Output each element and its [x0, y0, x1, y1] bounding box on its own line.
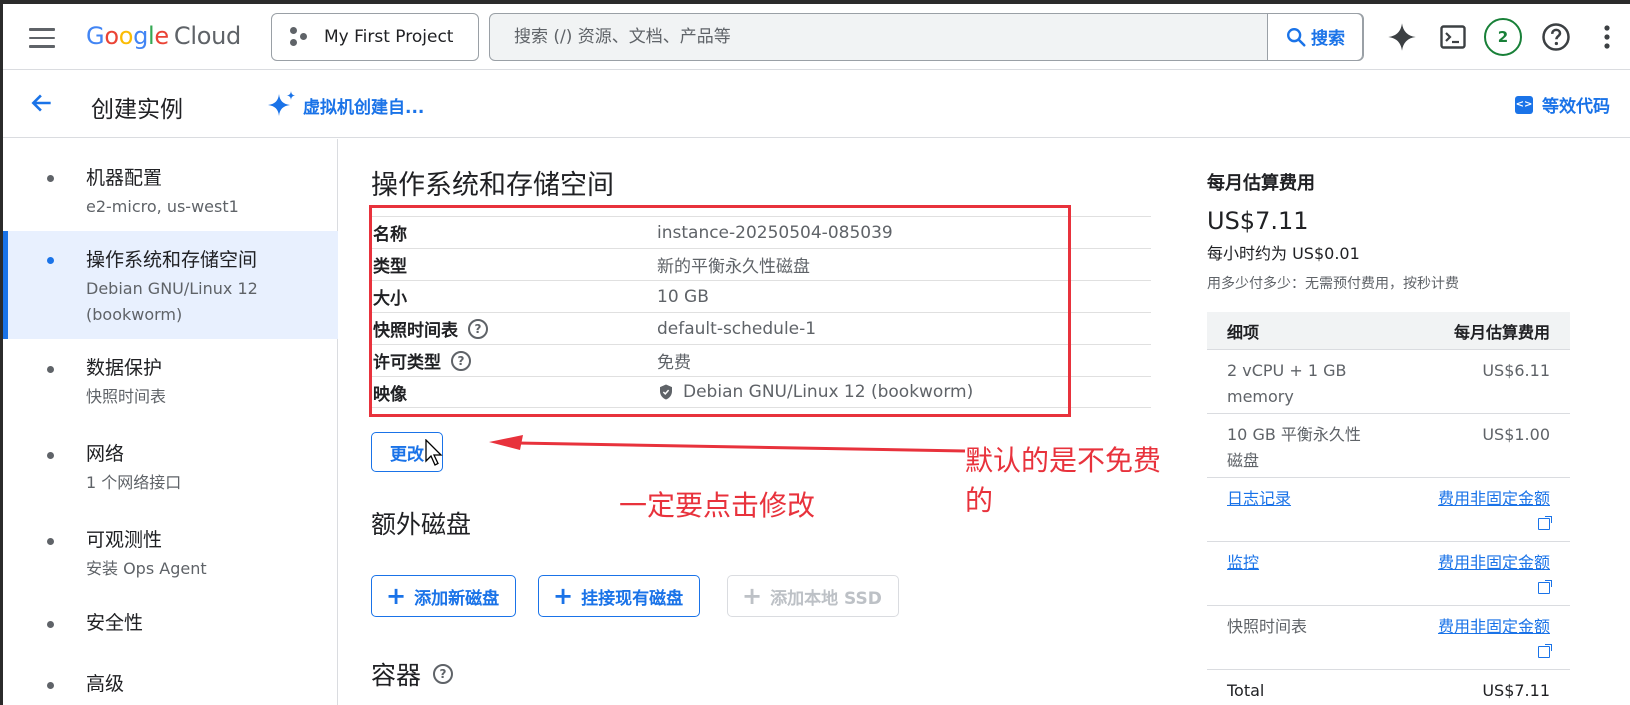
nav-item-observability[interactable]: 可观测性 安装 Ops Agent — [3, 511, 338, 595]
external-link-icon[interactable] — [1538, 580, 1552, 594]
page-title: 创建实例 — [91, 97, 183, 123]
search-input[interactable] — [490, 14, 1260, 59]
nav-item-data-protection[interactable]: 数据保护 快照时间表 — [3, 339, 338, 425]
plus-icon: + — [553, 582, 574, 610]
plus-icon: + — [742, 582, 763, 610]
equivalent-code-link[interactable]: <> 等效代码 — [1515, 92, 1610, 117]
console-window: GoogleCloud My First Project 搜索 2 — [0, 0, 1630, 705]
monitoring-link[interactable]: 监控 — [1227, 550, 1367, 605]
help-icon[interactable]: ? — [433, 664, 454, 684]
scrollbar[interactable] — [1622, 139, 1630, 705]
add-local-ssd-button[interactable]: + 添加本地 SSD — [727, 575, 899, 617]
table-row: 快照时间表 费用非固定金额 — [1207, 606, 1570, 670]
table-row: 日志记录 费用非固定金额 — [1207, 478, 1570, 542]
search-box: 搜索 — [489, 12, 1364, 61]
section-title-os-storage: 操作系统和存储空间 — [371, 170, 614, 201]
project-picker-button[interactable]: My First Project — [271, 13, 479, 61]
annotation-default-not-free: 默认的是不免费的 — [965, 444, 1162, 517]
top-bar: GoogleCloud My First Project 搜索 2 — [3, 4, 1630, 70]
table-row: 2 vCPU + 1 GB memory US$6.11 — [1207, 350, 1570, 414]
ai-create-link[interactable]: 虚拟机创建自... — [267, 90, 424, 120]
annotation-arrow — [489, 435, 966, 453]
search-icon — [1287, 27, 1306, 47]
cloud-shell-icon[interactable] — [1437, 21, 1469, 53]
add-new-disk-button[interactable]: + 添加新磁盘 — [371, 575, 517, 617]
billing-note: 用多少付多少：无需预付费用，按秒计费 — [1207, 276, 1459, 292]
project-name: My First Project — [324, 27, 454, 47]
section-title-extra-disks: 额外磁盘 — [371, 510, 472, 539]
section-nav: 机器配置 e2-micro, us-west1 操作系统和存储空间 Debian… — [3, 139, 338, 705]
nav-item-machine-config[interactable]: 机器配置 e2-micro, us-west1 — [3, 139, 338, 231]
search-button[interactable]: 搜索 — [1267, 12, 1363, 61]
page-header: 创建实例 虚拟机创建自... <> 等效代码 — [3, 70, 1630, 138]
nav-item-advanced[interactable]: 高级 — [3, 651, 338, 705]
nav-item-networking[interactable]: 网络 1 个网络接口 — [3, 425, 338, 511]
table-row-total: Total US$7.11 — [1227, 681, 1550, 700]
table-row: 10 GB 平衡永久性磁盘 US$1.00 — [1207, 414, 1570, 478]
variable-cost-link[interactable]: 费用非固定金额 — [1438, 489, 1550, 508]
google-cloud-logo[interactable]: Google Cloud — [86, 22, 241, 50]
main-content: 操作系统和存储空间 名称 instance-20250504-085039 类型… — [339, 139, 1169, 705]
external-link-icon[interactable] — [1538, 644, 1552, 658]
menu-icon[interactable] — [29, 28, 55, 48]
sparkle-icon — [268, 91, 296, 116]
notifications-badge[interactable]: 2 — [1484, 18, 1522, 56]
cost-breakdown-table: 细项 每月估算费用 2 vCPU + 1 GB memory US$6.11 1… — [1207, 312, 1570, 705]
variable-cost-link[interactable]: 费用非固定金额 — [1438, 617, 1550, 636]
gemini-icon[interactable] — [1386, 21, 1418, 53]
help-icon[interactable] — [1540, 21, 1572, 53]
variable-cost-link[interactable]: 费用非固定金额 — [1438, 553, 1550, 572]
annotation-must-click-change: 一定要点击修改 — [619, 489, 816, 522]
nav-item-security[interactable]: 安全性 — [3, 595, 338, 651]
table-header: 细项 每月估算费用 — [1207, 312, 1570, 350]
project-icon — [288, 27, 310, 47]
table-row: 监控 费用非固定金额 — [1207, 542, 1570, 606]
section-title-containers: 容器? — [371, 656, 454, 692]
attach-existing-disk-button[interactable]: + 挂接现有磁盘 — [538, 575, 701, 617]
hourly-price: 每小时约为 US$0.01 — [1207, 244, 1360, 263]
cost-title: 每月估算费用 — [1207, 173, 1315, 194]
plus-icon: + — [386, 582, 407, 610]
more-vert-icon[interactable] — [1591, 21, 1623, 53]
back-arrow-icon[interactable] — [29, 90, 55, 120]
monthly-price: US$7.11 — [1207, 207, 1309, 235]
annotation-highlight-box — [369, 205, 1071, 417]
code-icon: <> — [1515, 95, 1533, 114]
cost-estimate-panel: 每月估算费用 US$7.11 每小时约为 US$0.01 用多少付多少：无需预付… — [1169, 139, 1630, 705]
logging-link[interactable]: 日志记录 — [1227, 486, 1367, 541]
cursor-icon — [425, 439, 443, 466]
nav-item-os-storage[interactable]: 操作系统和存储空间 Debian GNU/Linux 12 (bookworm) — [3, 231, 338, 339]
external-link-icon[interactable] — [1538, 516, 1552, 530]
